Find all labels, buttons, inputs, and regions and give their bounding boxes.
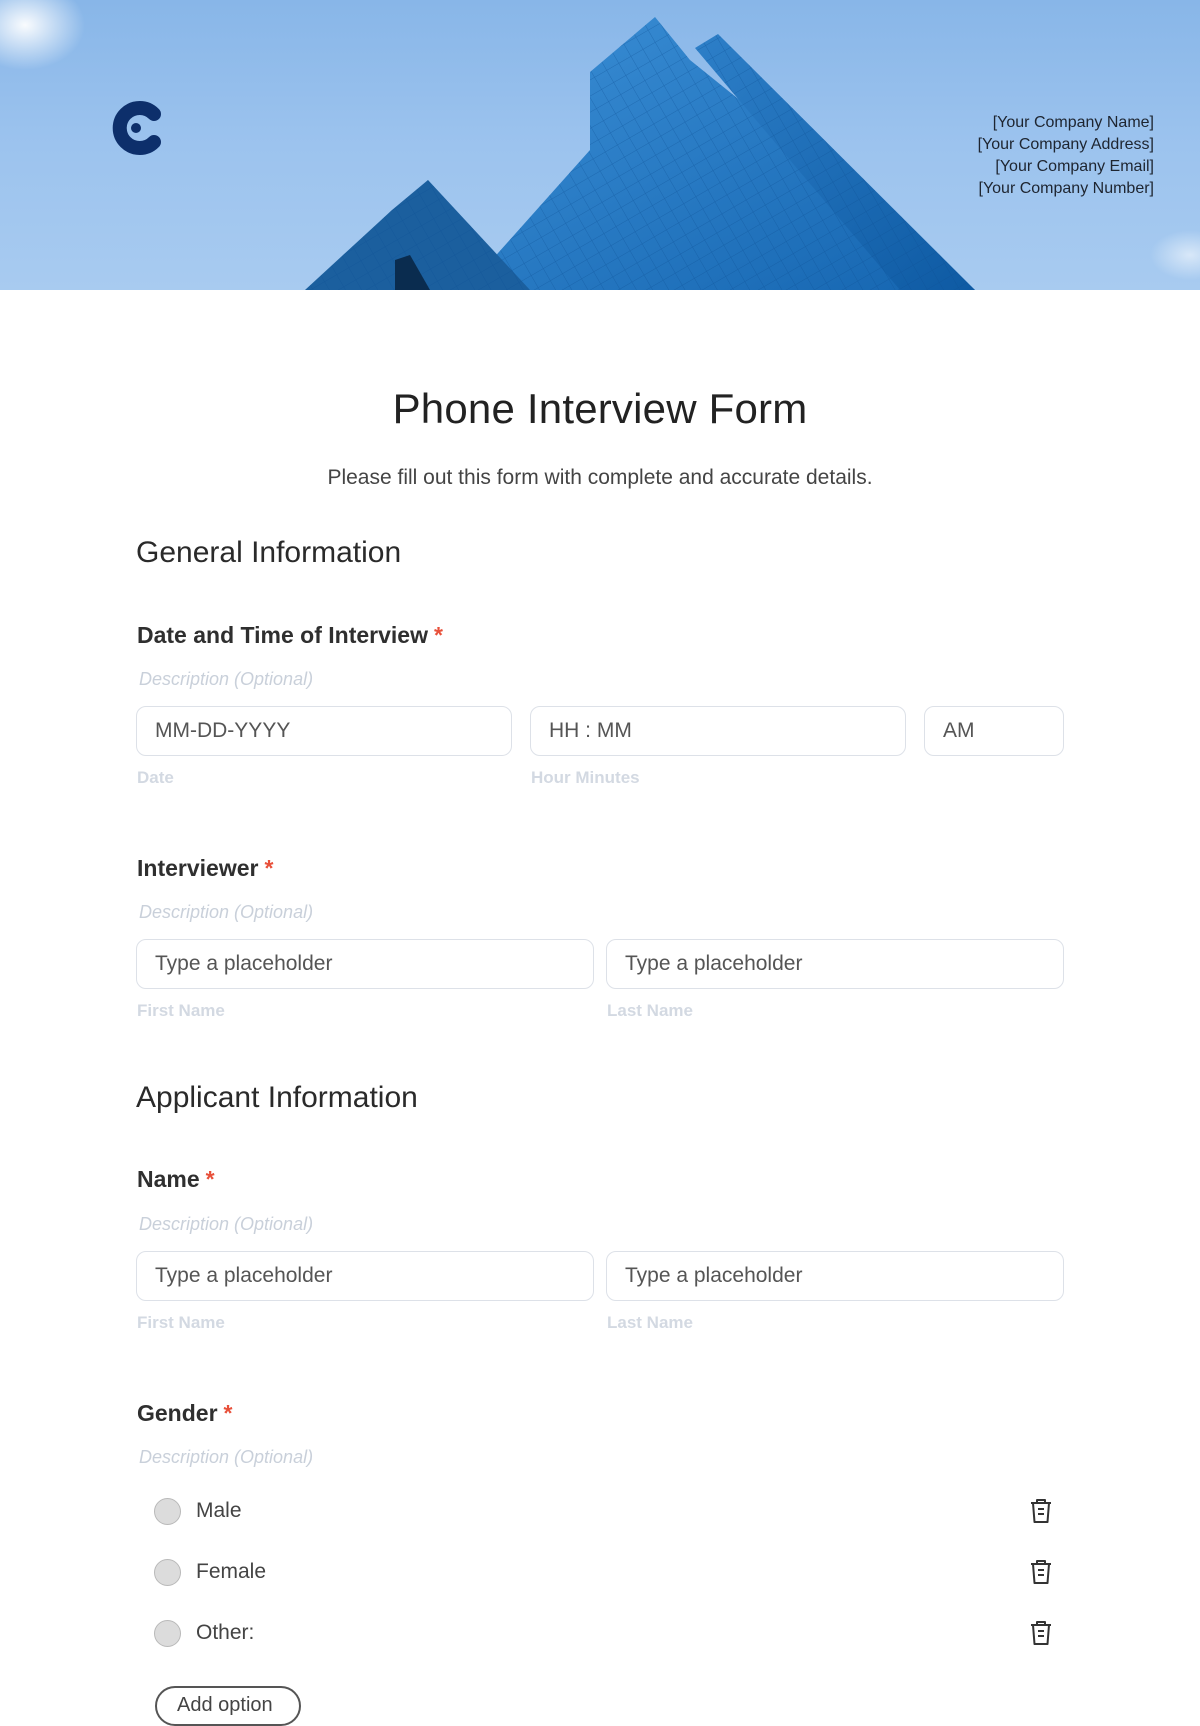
gender-option-other[interactable]: Other: bbox=[154, 1617, 254, 1649]
question-name-label: Name * bbox=[137, 1166, 215, 1193]
required-asterisk: * bbox=[264, 855, 274, 881]
form-title: Phone Interview Form bbox=[392, 385, 808, 432]
description-field[interactable]: Description (Optional) bbox=[139, 1214, 313, 1235]
add-option-button[interactable]: Add option bbox=[155, 1686, 301, 1726]
first-name-sublabel: First Name bbox=[137, 1313, 225, 1332]
interviewer-first-name-input[interactable]: Type a placeholder bbox=[136, 939, 594, 989]
question-interviewer-label: Interviewer * bbox=[137, 855, 273, 882]
trash-icon[interactable] bbox=[1028, 1619, 1054, 1647]
description-field[interactable]: Description (Optional) bbox=[139, 669, 313, 690]
time-sublabel: Hour Minutes bbox=[531, 768, 640, 787]
first-name-sublabel: First Name bbox=[137, 1001, 225, 1020]
time-input[interactable]: HH : MM bbox=[530, 706, 906, 756]
ampm-select[interactable]: AM bbox=[924, 706, 1064, 756]
interviewer-last-name-input[interactable]: Type a placeholder bbox=[606, 939, 1064, 989]
cloud bbox=[0, 0, 85, 70]
header-banner: [Your Company Name] [Your Company Addres… bbox=[0, 0, 1200, 290]
company-address: [Your Company Address] bbox=[977, 136, 1154, 153]
description-field[interactable]: Description (Optional) bbox=[139, 1447, 313, 1468]
option-label: Male bbox=[196, 1499, 242, 1522]
company-number: [Your Company Number] bbox=[978, 180, 1155, 197]
required-asterisk: * bbox=[223, 1400, 233, 1426]
trash-icon[interactable] bbox=[1028, 1497, 1054, 1525]
date-input[interactable]: MM-DD-YYYY bbox=[136, 706, 512, 756]
description-field[interactable]: Description (Optional) bbox=[139, 902, 313, 923]
applicant-last-name-input[interactable]: Type a placeholder bbox=[606, 1251, 1064, 1301]
required-asterisk: * bbox=[433, 622, 443, 648]
radio-button[interactable] bbox=[154, 1497, 181, 1525]
gender-option-male[interactable]: Male bbox=[154, 1495, 242, 1527]
required-asterisk: * bbox=[205, 1166, 215, 1192]
company-logo bbox=[112, 101, 161, 155]
label-text: Gender bbox=[137, 1400, 218, 1426]
last-name-sublabel: Last Name bbox=[607, 1001, 693, 1020]
label-text: Date and Time of Interview bbox=[137, 622, 428, 648]
option-label: Other: bbox=[196, 1621, 255, 1644]
option-label: Female bbox=[196, 1560, 267, 1583]
applicant-first-name-input[interactable]: Type a placeholder bbox=[136, 1251, 594, 1301]
form-subtitle: Please fill out this form with complete … bbox=[327, 466, 873, 489]
section-title-applicant: Applicant Information bbox=[136, 1081, 418, 1114]
company-email: [Your Company Email] bbox=[995, 158, 1154, 175]
radio-button[interactable] bbox=[154, 1558, 181, 1586]
last-name-sublabel: Last Name bbox=[607, 1313, 693, 1332]
label-text: Interviewer bbox=[137, 855, 259, 881]
section-title-general: General Information bbox=[136, 536, 402, 569]
gender-option-female[interactable]: Female bbox=[154, 1556, 266, 1588]
company-info: [Your Company Name] [Your Company Addres… bbox=[978, 112, 1154, 200]
question-gender-label: Gender * bbox=[137, 1400, 232, 1427]
trash-icon[interactable] bbox=[1028, 1558, 1054, 1586]
radio-button[interactable] bbox=[154, 1619, 181, 1647]
date-sublabel: Date bbox=[137, 768, 174, 787]
question-date-time-label: Date and Time of Interview * bbox=[137, 622, 443, 649]
company-name: [Your Company Name] bbox=[992, 114, 1154, 131]
label-text: Name bbox=[137, 1166, 200, 1192]
